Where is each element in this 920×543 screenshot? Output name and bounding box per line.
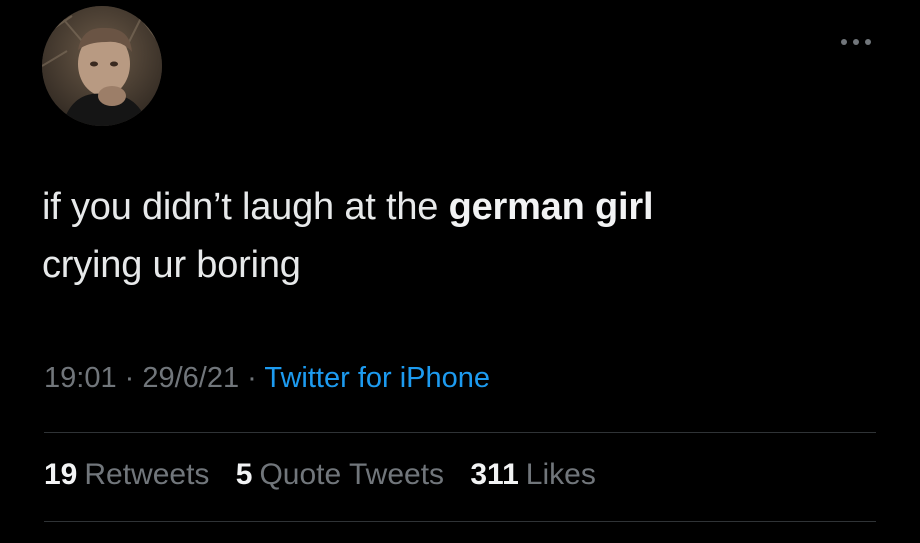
retweets-label: Retweets — [84, 458, 210, 491]
likes-stat[interactable]: 311 Likes — [470, 458, 595, 492]
tweet-source-link[interactable]: Twitter for iPhone — [264, 362, 490, 394]
divider — [44, 521, 876, 522]
tweet-meta: 19:01 · 29/6/21 · Twitter for iPhone — [44, 362, 490, 395]
meta-separator: · — [239, 362, 265, 394]
tweet-text-part-1: if you didn’t laugh at the — [42, 186, 449, 228]
retweets-count: 19 — [44, 458, 78, 491]
divider — [44, 432, 876, 433]
likes-label: Likes — [525, 458, 596, 491]
retweets-stat[interactable]: 19 Retweets — [44, 458, 209, 492]
tweet-text-part-2: crying ur boring — [42, 244, 301, 286]
quote-tweets-label: Quote Tweets — [259, 458, 445, 491]
meta-separator: · — [116, 362, 143, 394]
tweet-text: if you didn’t laugh at the german girl c… — [42, 178, 862, 294]
avatar[interactable] — [42, 6, 162, 126]
likes-count: 311 — [470, 458, 519, 491]
tweet-text-bold: german girl — [448, 186, 654, 228]
tweet-time[interactable]: 19:01 — [44, 362, 117, 394]
tweet-stats: 19 Retweets 5 Quote Tweets 311 Likes — [44, 458, 614, 492]
quote-tweets-stat[interactable]: 5 Quote Tweets — [236, 458, 444, 492]
tweet-date[interactable]: 29/6/21 — [142, 362, 239, 394]
more-options-button[interactable] — [836, 30, 876, 54]
more-horizontal-icon — [838, 37, 874, 47]
quote-tweets-count: 5 — [235, 458, 253, 491]
